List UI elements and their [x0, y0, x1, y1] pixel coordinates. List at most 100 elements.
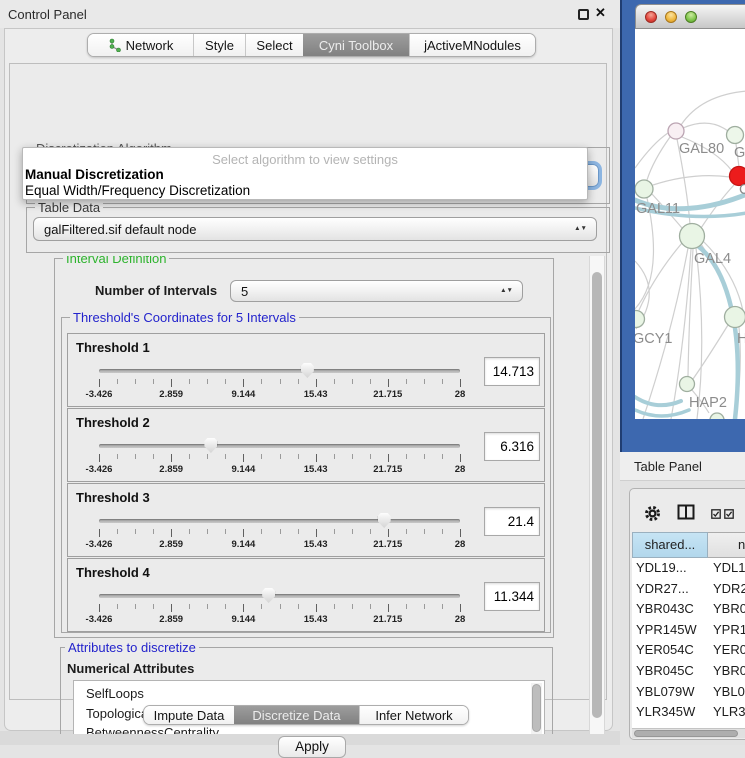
- float-window-icon[interactable]: [578, 9, 589, 20]
- network-node-label: GAL80: [679, 141, 724, 157]
- tab-select-label: Select: [256, 38, 292, 53]
- network-window-titlebar[interactable]: [635, 4, 745, 29]
- threshold-2-slider-thumb[interactable]: [204, 438, 217, 453]
- network-edge[interactable]: [696, 248, 702, 419]
- number-of-intervals-combobox[interactable]: 5 ▲▼: [230, 280, 523, 302]
- network-node-gal4[interactable]: [680, 224, 705, 249]
- column-header-shared-name[interactable]: shared...: [632, 532, 708, 558]
- network-edge[interactable]: [653, 176, 730, 185]
- threshold-2-value-field[interactable]: 6.316: [484, 432, 540, 461]
- popup-hint: Select algorithm to view settings: [23, 152, 587, 167]
- tab-jactivemnodules-label: jActiveMNodules: [424, 38, 521, 53]
- tab-style[interactable]: Style: [193, 34, 245, 56]
- close-traffic-light-icon[interactable]: [645, 11, 657, 23]
- settings-scrollbar[interactable]: [589, 256, 605, 734]
- threshold-3-value-field[interactable]: 21.4: [484, 507, 540, 536]
- checked-column-icon[interactable]: [724, 509, 734, 519]
- threshold-4-slider-thumb[interactable]: [262, 588, 275, 603]
- list-scrollbar[interactable]: [531, 683, 542, 734]
- network-edge[interactable]: [693, 325, 728, 379]
- network-edge[interactable]: [647, 137, 670, 180]
- threshold-3-slider-thumb[interactable]: [378, 513, 391, 528]
- numerical-attributes-label: Numerical Attributes: [67, 661, 194, 676]
- minimize-traffic-light-icon[interactable]: [665, 11, 677, 23]
- network-node-h[interactable]: [725, 307, 745, 328]
- thresholds-group: Threshold's Coordinates for 5 Intervals …: [61, 317, 551, 633]
- table-row[interactable]: YDR27...YDR2: [632, 579, 745, 600]
- apply-button[interactable]: Apply: [278, 736, 346, 758]
- tab-discretize-data[interactable]: Discretize Data: [234, 706, 359, 724]
- slider-tick-labels: -3.4262.8599.14415.4321.71528: [99, 389, 460, 401]
- network-edge[interactable]: [671, 249, 691, 419]
- close-icon[interactable]: ✕: [595, 5, 606, 21]
- table-horizontal-scrollbar[interactable]: [632, 728, 745, 738]
- split-columns-icon[interactable]: [677, 504, 695, 520]
- threshold-panel-4: Threshold 4 -3.4262.8599.14415.4321.7152…: [67, 558, 545, 632]
- settings-gear-icon[interactable]: [644, 505, 661, 522]
- threshold-3-label: Threshold 3: [76, 490, 150, 505]
- column-header-name[interactable]: na: [708, 532, 745, 558]
- network-edge[interactable]: [688, 249, 693, 376]
- network-node-ga[interactable]: [727, 127, 744, 144]
- tab-jactivemnodules[interactable]: jActiveMNodules: [409, 34, 535, 56]
- tab-style-label: Style: [205, 38, 234, 53]
- table-row[interactable]: YBR043CYBR0: [632, 599, 745, 620]
- table-data-combobox[interactable]: galFiltered.sif default node ▲▼: [33, 217, 597, 241]
- threshold-2-slider-track[interactable]: [99, 444, 460, 448]
- threshold-4-slider-track[interactable]: [99, 594, 460, 598]
- network-edge-thick[interactable]: [698, 246, 738, 419]
- tab-discretize-data-label: Discretize Data: [252, 708, 340, 723]
- network-edge[interactable]: [681, 91, 745, 125]
- network-node-label: GAL4: [694, 251, 731, 267]
- table-rows: YDL19...YDL1YDR27...YDR2YBR043CYBR0YPR14…: [632, 558, 745, 728]
- panel-title: Control Panel: [8, 7, 87, 22]
- settings-scroll-viewport: Interval Definition Number of Intervals …: [50, 256, 588, 734]
- network-edge-thick[interactable]: [635, 410, 689, 416]
- tab-network[interactable]: Network: [88, 34, 193, 56]
- network-node-label: HAP2: [689, 395, 727, 411]
- network-node[interactable]: [710, 413, 724, 419]
- network-node-hap2[interactable]: [680, 377, 695, 392]
- algorithm-dropdown-popup: Select algorithm to view settings Manual…: [22, 147, 588, 200]
- threshold-2-label: Threshold 2: [76, 415, 150, 430]
- table-row[interactable]: YDL19...YDL1: [632, 558, 745, 579]
- threshold-4-value-field[interactable]: 11.344: [484, 582, 540, 611]
- popup-item-equal-width-frequency[interactable]: Equal Width/Frequency Discretization: [25, 183, 250, 198]
- table-row[interactable]: YLR345WYLR3: [632, 702, 745, 723]
- zoom-traffic-light-icon[interactable]: [685, 11, 697, 23]
- table-row[interactable]: YPR145WYPR1: [632, 620, 745, 641]
- network-canvas[interactable]: GAL80GACGAL11GAL4GCY1HHAP2: [635, 29, 745, 419]
- node-table: shared... na YDL19...YDL1YDR27...YDR2YBR…: [632, 532, 745, 728]
- network-edge[interactable]: [635, 133, 668, 168]
- slider-ticks: [99, 604, 460, 613]
- network-node-label: GCY1: [635, 331, 673, 347]
- scrollbar-thumb[interactable]: [592, 272, 602, 718]
- popup-item-manual-discretization[interactable]: Manual Discretization: [25, 167, 164, 182]
- checked-column-icon[interactable]: [711, 509, 721, 519]
- threshold-3-slider-track[interactable]: [99, 519, 460, 523]
- list-item[interactable]: SelfLoops: [86, 684, 544, 704]
- cyni-content-panel: Discretization Algorithm ▲▼ Table Data g…: [9, 63, 607, 700]
- network-node-label: H: [737, 331, 745, 347]
- network-node-gal80[interactable]: [668, 123, 684, 139]
- network-edge[interactable]: [683, 123, 728, 131]
- tab-infer-network-label: Infer Network: [375, 708, 452, 723]
- table-row[interactable]: YER054CYER0: [632, 640, 745, 661]
- table-row[interactable]: YBR045CYBR0: [632, 661, 745, 682]
- network-node-gal11[interactable]: [635, 180, 653, 198]
- tab-select[interactable]: Select: [245, 34, 303, 56]
- threshold-1-slider-track[interactable]: [99, 369, 460, 373]
- network-icon: [108, 38, 122, 52]
- table-row[interactable]: YBL079WYBL0: [632, 682, 745, 703]
- scrollbar-thumb[interactable]: [634, 730, 738, 737]
- tab-cyni-toolbox[interactable]: Cyni Toolbox: [303, 34, 409, 56]
- tab-impute-data[interactable]: Impute Data: [144, 706, 234, 724]
- network-node-gcy1[interactable]: [635, 311, 645, 328]
- number-of-intervals-value: 5: [241, 284, 248, 299]
- tab-infer-network[interactable]: Infer Network: [359, 706, 468, 724]
- thresholds-group-title: Threshold's Coordinates for 5 Intervals: [70, 310, 299, 325]
- threshold-1-value-field[interactable]: 14.713: [484, 357, 540, 386]
- table-data-selected-value: galFiltered.sif default node: [44, 222, 196, 237]
- threshold-1-slider-thumb[interactable]: [301, 363, 314, 378]
- number-of-intervals-label: Number of Intervals: [95, 283, 217, 298]
